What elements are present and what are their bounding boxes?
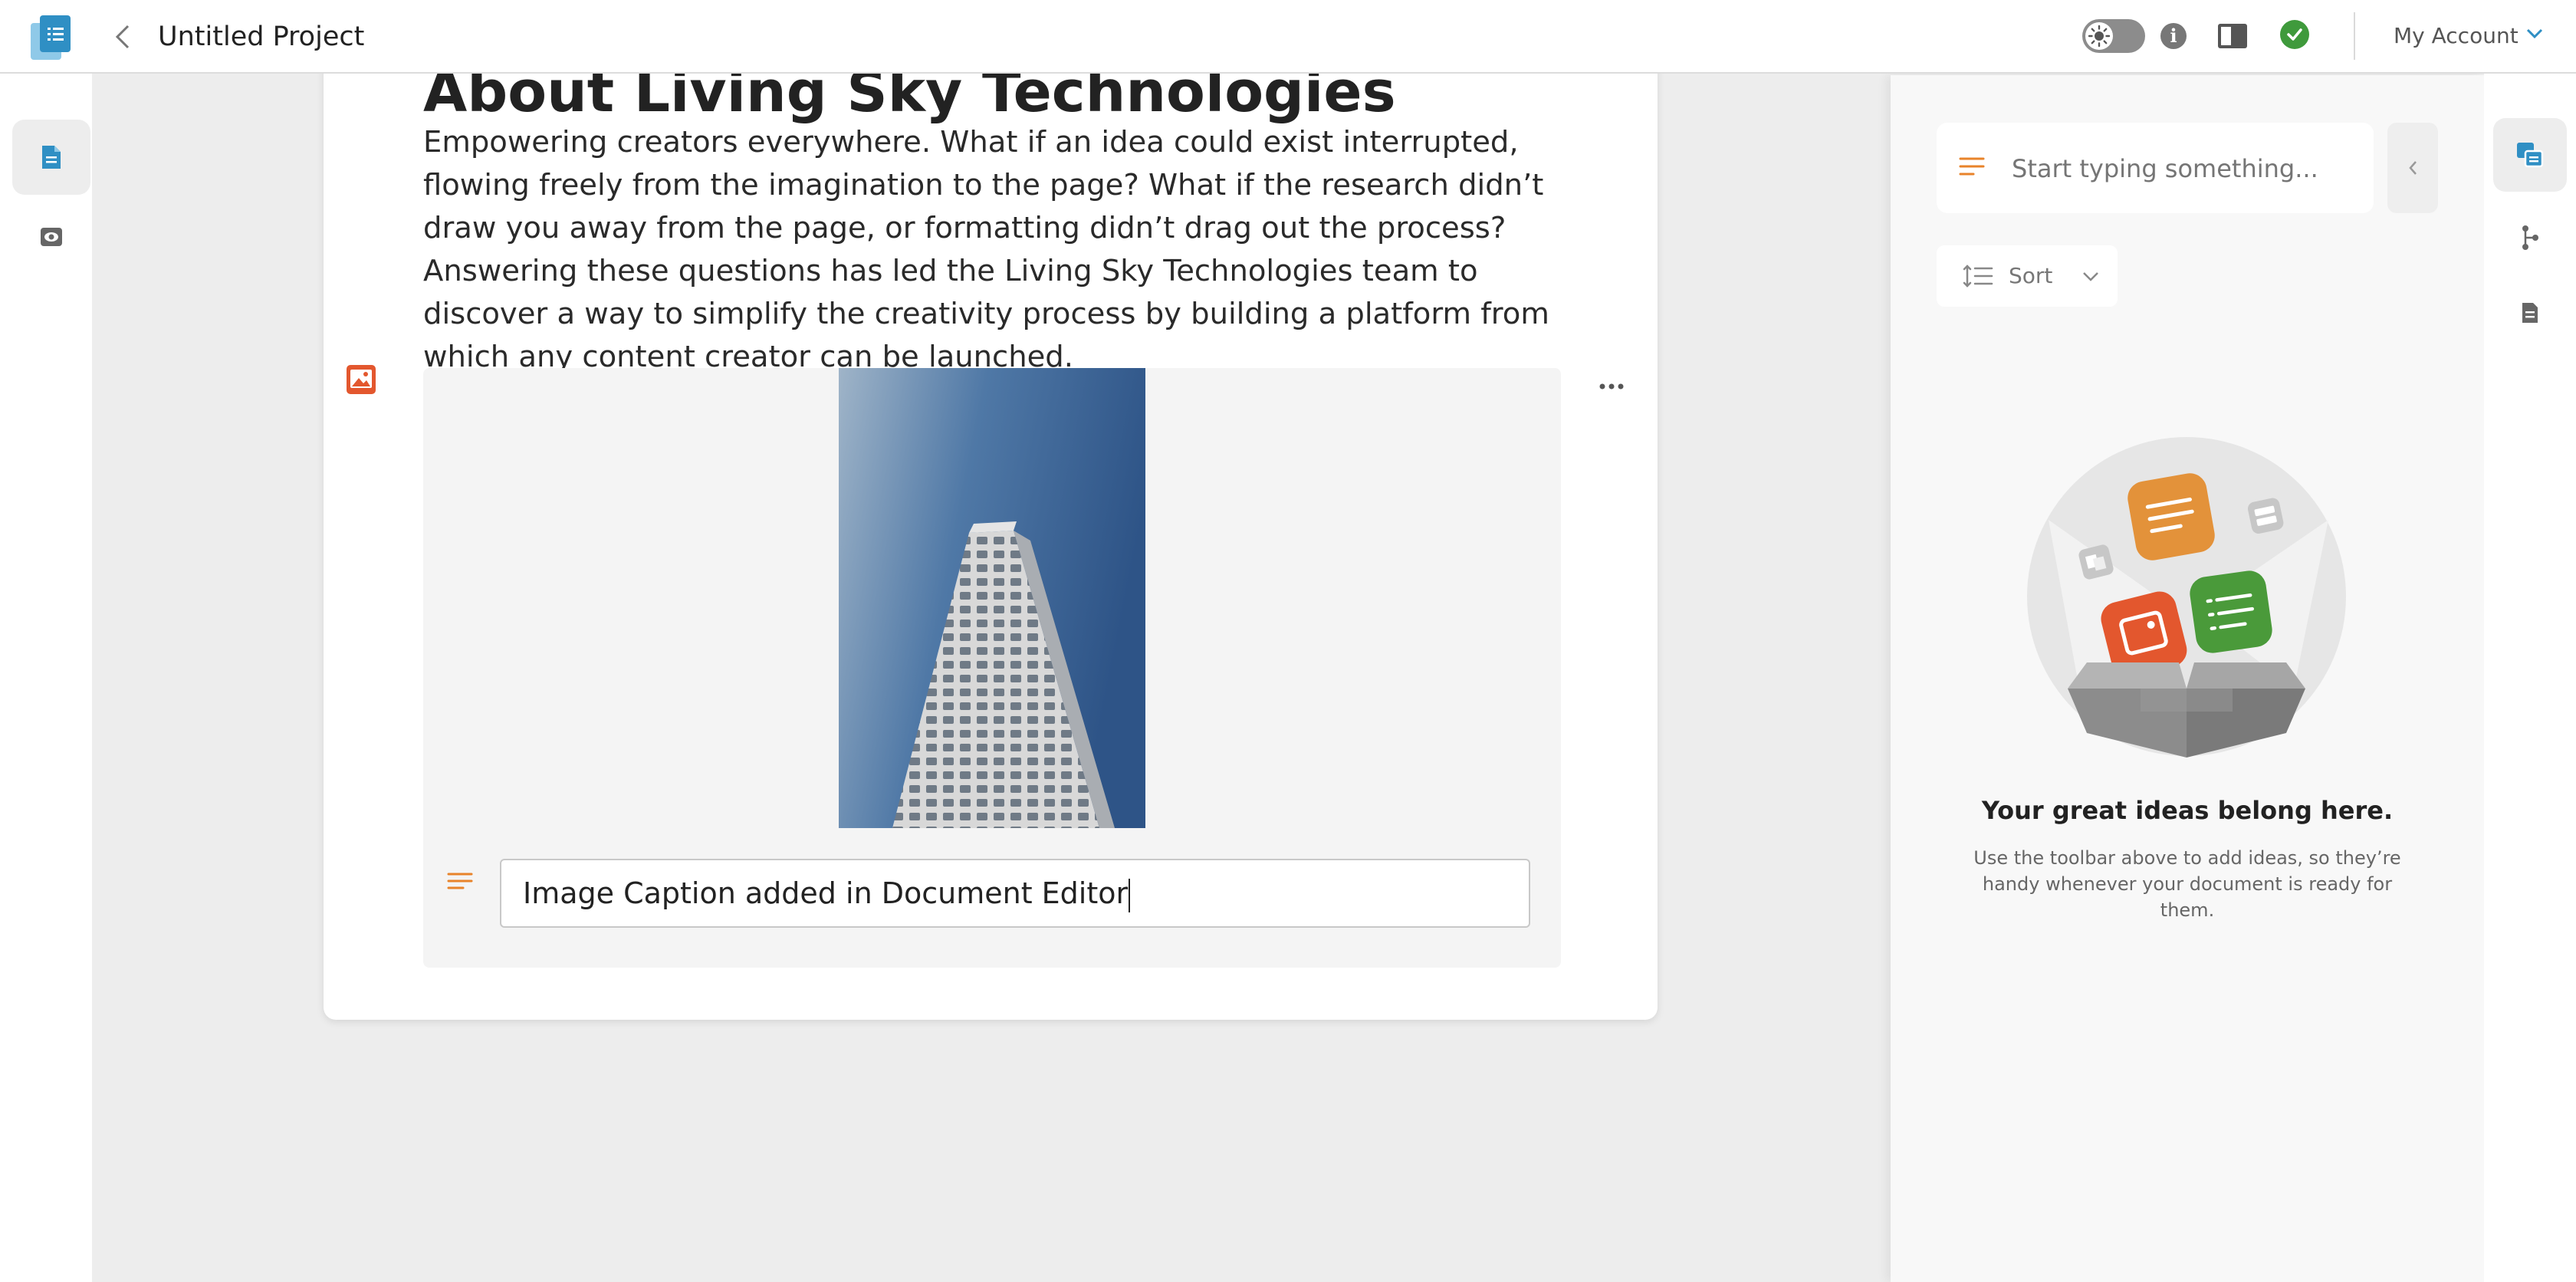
info-icon[interactable]: i <box>2160 23 2187 49</box>
divider <box>2354 12 2355 60</box>
document-page: About Living Sky Technologies Empowering… <box>324 46 1658 1020</box>
text-caret <box>1129 878 1131 912</box>
ideas-panel-button[interactable] <box>2493 118 2567 192</box>
collapse-panel-button[interactable] <box>2387 123 2438 213</box>
theme-toggle[interactable] <box>2082 19 2145 53</box>
sort-button[interactable]: Sort <box>1937 245 2118 307</box>
caption-text: Image Caption added in Document Editor <box>523 876 1129 910</box>
project-title[interactable]: Untitled Project <box>158 18 364 55</box>
empty-ideas-illustration <box>2026 436 2348 758</box>
more-options-icon[interactable] <box>1598 373 1625 400</box>
document-view-button[interactable] <box>12 120 90 195</box>
sort-label: Sort <box>2009 263 2053 288</box>
ideas-icon <box>2517 143 2544 168</box>
saved-status-check-icon <box>2280 20 2309 49</box>
text-lines-icon <box>1958 155 1986 179</box>
image-caption-input[interactable]: Image Caption added in Document Editor <box>500 859 1530 928</box>
notes-icon <box>2522 303 2538 323</box>
document-paragraph[interactable]: Empowering creators everywhere. What if … <box>423 121 1566 379</box>
chevron-left-icon <box>115 25 130 49</box>
app-logo-icon[interactable] <box>29 14 72 61</box>
ideas-panel: Sort <box>1891 75 2484 1282</box>
sun-icon <box>2085 22 2113 50</box>
notes-button[interactable] <box>2493 276 2567 350</box>
left-rail <box>0 74 92 1282</box>
right-rail <box>2484 74 2576 1282</box>
empty-ideas-title: Your great ideas belong here. <box>1981 796 2394 825</box>
caption-lines-icon <box>446 868 474 896</box>
chevron-down-icon[interactable] <box>2524 23 2545 44</box>
idea-input-box[interactable] <box>1937 123 2374 215</box>
building-photo[interactable] <box>839 368 1145 828</box>
preview-button[interactable] <box>12 199 90 274</box>
layout-toggle-icon[interactable] <box>2218 24 2247 48</box>
account-menu[interactable]: My Account <box>2394 20 2518 52</box>
empty-ideas-subtitle: Use the toolbar above to add ideas, so t… <box>1973 847 2401 921</box>
chevron-down-icon <box>2081 267 2101 287</box>
idea-input[interactable] <box>2010 123 2351 215</box>
image-block[interactable]: Image Caption added in Document Editor <box>423 368 1624 968</box>
document-icon <box>42 146 61 169</box>
preview-eye-icon <box>41 228 62 246</box>
outline-button[interactable] <box>2493 201 2567 274</box>
back-button[interactable] <box>107 18 138 55</box>
image-block-icon[interactable] <box>347 365 376 394</box>
sort-icon <box>1963 264 1993 288</box>
top-bar: Untitled Project i My Account <box>0 0 2576 74</box>
branch-icon <box>2522 225 2538 250</box>
chevron-left-icon <box>2409 161 2417 175</box>
